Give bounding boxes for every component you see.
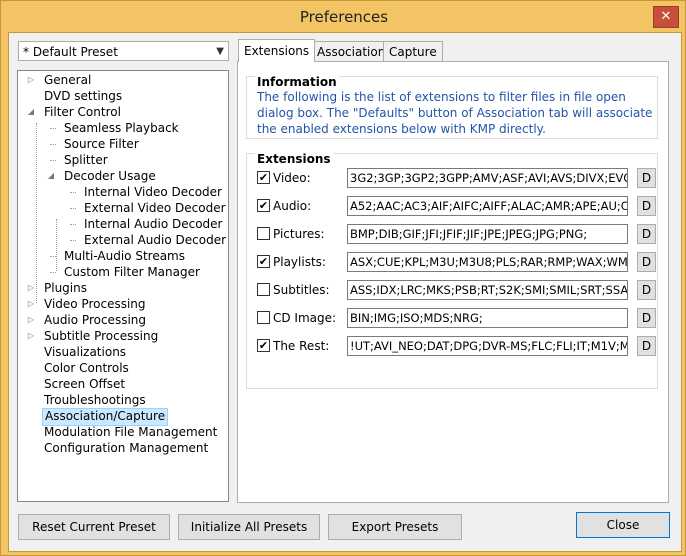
expand-arrow-icon[interactable]: ▷ xyxy=(26,328,36,344)
tree-item[interactable]: Splitter xyxy=(62,152,110,168)
tree-item[interactable]: Troubleshootings xyxy=(42,392,148,408)
extension-label: The Rest: xyxy=(273,339,330,353)
extension-list-field[interactable]: BMP;DIB;GIF;JFI;JFIF;JIF;JPE;JPEG;JPG;PN… xyxy=(347,224,628,244)
tree-item[interactable]: Plugins xyxy=(42,280,89,296)
extension-checkbox[interactable]: ✔ xyxy=(257,339,270,352)
extension-row: Subtitles: ASS;IDX;LRC;MKS;PSB;RT;S2K;SMI… xyxy=(257,279,661,301)
default-extensions-button[interactable]: D xyxy=(637,224,656,244)
tree-connector xyxy=(50,144,56,145)
tree-item[interactable]: Decoder Usage xyxy=(62,168,158,184)
tab-association[interactable]: Association xyxy=(311,41,392,61)
default-extensions-button[interactable]: D xyxy=(637,196,656,216)
extensions-panel: Information The following is the list of… xyxy=(237,61,669,503)
extension-checkbox[interactable] xyxy=(257,227,270,240)
extension-list-field[interactable]: A52;AAC;AC3;AIF;AIFC;AIFF;ALAC;AMR;APE;A… xyxy=(347,196,628,216)
default-extensions-button[interactable]: D xyxy=(637,308,656,328)
preset-select[interactable]: * Default Preset ▼ xyxy=(18,41,229,61)
default-extensions-button[interactable]: D xyxy=(637,252,656,272)
expand-arrow-icon[interactable]: ▷ xyxy=(26,72,36,88)
extension-label: Subtitles: xyxy=(273,283,330,297)
preferences-window: Preferences ✕ * Default Preset ▼ ▷ Genera… xyxy=(0,0,686,556)
information-title: Information xyxy=(255,75,339,89)
tree-item[interactable]: Screen Offset xyxy=(42,376,127,392)
expand-arrow-icon[interactable]: ▷ xyxy=(26,280,36,296)
information-group: Information The following is the list of… xyxy=(246,75,658,139)
extension-label: Playlists: xyxy=(273,255,326,269)
reset-preset-button[interactable]: Reset Current Preset xyxy=(18,514,170,540)
collapse-arrow-icon[interactable]: ◢ xyxy=(46,168,56,184)
extension-checkbox[interactable] xyxy=(257,283,270,296)
tree-guide-line xyxy=(56,219,57,271)
extension-row: ✔ Video: 3G2;3GP;3GP2;3GPP;AMV;ASF;AVI;AVS… xyxy=(257,167,661,189)
tree-item[interactable]: Subtitle Processing xyxy=(42,328,160,344)
extension-row: CD Image: BIN;IMG;ISO;MDS;NRG; D xyxy=(257,307,661,329)
expand-arrow-icon[interactable]: ▷ xyxy=(26,296,36,312)
tree-item[interactable]: Modulation File Management xyxy=(42,424,219,440)
extension-list-field[interactable]: !UT;AVI_NEO;DAT;DPG;DVR-MS;FLC;FLI;IT;M1… xyxy=(347,336,628,356)
tree-item[interactable]: Internal Audio Decoder xyxy=(82,216,224,232)
tree-connector xyxy=(50,160,56,161)
tab-capture[interactable]: Capture xyxy=(383,41,443,61)
chevron-down-icon[interactable]: ▼ xyxy=(216,42,224,62)
tree-item[interactable]: External Video Decoder xyxy=(82,200,228,216)
tree-connector xyxy=(70,240,76,241)
tree-item[interactable]: External Audio Decoder xyxy=(82,232,228,248)
window-title: Preferences xyxy=(299,8,389,26)
tree-connector xyxy=(70,224,76,225)
extensions-title: Extensions xyxy=(255,152,333,166)
export-presets-button[interactable]: Export Presets xyxy=(328,514,462,540)
extension-row: ✔ The Rest: !UT;AVI_NEO;DAT;DPG;DVR-MS;FLC… xyxy=(257,335,661,357)
extension-row: Pictures: BMP;DIB;GIF;JFI;JFIF;JIF;JPE;JP… xyxy=(257,223,661,245)
extension-label: Video: xyxy=(273,171,311,185)
tree-item[interactable]: General xyxy=(42,72,93,88)
tree-item[interactable]: Color Controls xyxy=(42,360,131,376)
tree-connector xyxy=(50,272,56,273)
extension-list-field[interactable]: ASX;CUE;KPL;M3U;M3U8;PLS;RAR;RMP;WAX;WMX… xyxy=(347,252,628,272)
extension-list-field[interactable]: BIN;IMG;ISO;MDS;NRG; xyxy=(347,308,628,328)
expand-arrow-icon[interactable]: ▷ xyxy=(26,312,36,328)
extension-label: CD Image: xyxy=(273,311,337,325)
close-button[interactable]: Close xyxy=(576,512,670,538)
tab-extensions[interactable]: Extensions xyxy=(238,39,316,62)
tree-item[interactable]: Video Processing xyxy=(42,296,148,312)
extension-row: ✔ Playlists: ASX;CUE;KPL;M3U;M3U8;PLS;RAR;… xyxy=(257,251,661,273)
tree-item[interactable]: DVD settings xyxy=(42,88,124,104)
tree-connector xyxy=(50,128,56,129)
default-extensions-button[interactable]: D xyxy=(637,280,656,300)
extension-checkbox[interactable]: ✔ xyxy=(257,255,270,268)
initialize-presets-button[interactable]: Initialize All Presets xyxy=(178,514,320,540)
extensions-group: Extensions ✔ Video: 3G2;3GP;3GP2;3GPP;AMV;… xyxy=(246,152,661,389)
settings-tree: ▷ General DVD settings ◢ Filter Control Seaml… xyxy=(17,70,229,502)
tree-item[interactable]: Seamless Playback xyxy=(62,120,181,136)
tree-item[interactable]: Internal Video Decoder xyxy=(82,184,224,200)
extension-list-field[interactable]: ASS;IDX;LRC;MKS;PSB;RT;S2K;SMI;SMIL;SRT;… xyxy=(347,280,628,300)
window-close-button[interactable]: ✕ xyxy=(653,6,679,28)
tree-item[interactable]: Audio Processing xyxy=(42,312,148,328)
extension-checkbox[interactable]: ✔ xyxy=(257,171,270,184)
tree-connector xyxy=(70,208,76,209)
extension-list-field[interactable]: 3G2;3GP;3GP2;3GPP;AMV;ASF;AVI;AVS;DIVX;E… xyxy=(347,168,628,188)
tree-item[interactable]: Visualizations xyxy=(42,344,128,360)
tree-item[interactable]: Multi-Audio Streams xyxy=(62,248,187,264)
tree-item[interactable]: Custom Filter Manager xyxy=(62,264,202,280)
dialog-client: * Default Preset ▼ ▷ General DVD settings ◢… xyxy=(8,32,682,552)
extension-label: Audio: xyxy=(273,199,312,213)
default-extensions-button[interactable]: D xyxy=(637,336,656,356)
tree-item[interactable]: Source Filter xyxy=(62,136,141,152)
extension-row: ✔ Audio: A52;AAC;AC3;AIF;AIFC;AIFF;ALAC;AM… xyxy=(257,195,661,217)
tree-guide-line xyxy=(36,123,37,303)
tree-item[interactable]: Filter Control xyxy=(42,104,123,120)
information-text: The following is the list of extensions … xyxy=(257,90,653,136)
extension-checkbox[interactable] xyxy=(257,311,270,324)
tree-connector xyxy=(70,192,76,193)
collapse-arrow-icon[interactable]: ◢ xyxy=(26,104,36,120)
default-extensions-button[interactable]: D xyxy=(637,168,656,188)
preset-select-value: * Default Preset xyxy=(23,45,118,59)
extension-checkbox[interactable]: ✔ xyxy=(257,199,270,212)
tree-item[interactable]: Configuration Management xyxy=(42,440,210,456)
extension-label: Pictures: xyxy=(273,227,325,241)
